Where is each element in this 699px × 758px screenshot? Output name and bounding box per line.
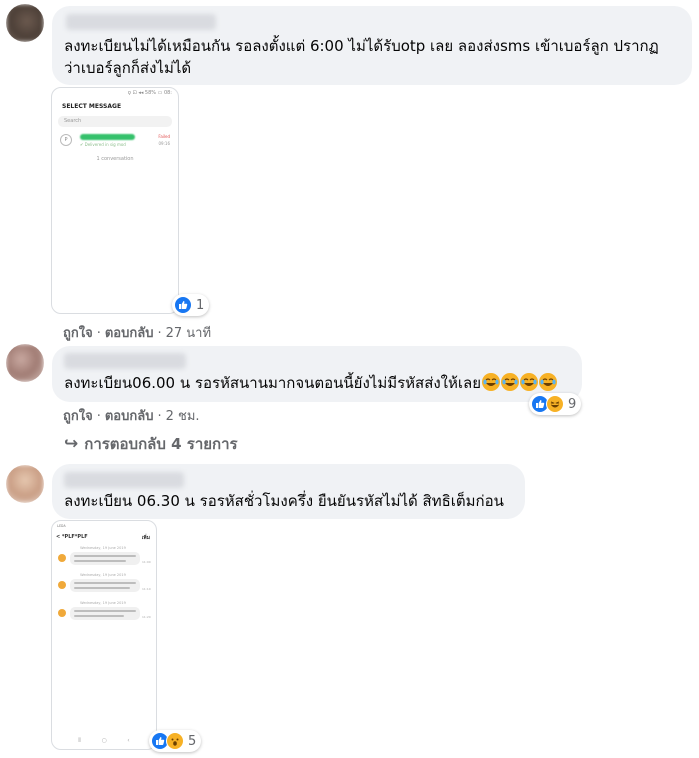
message-time: 09:16 bbox=[158, 141, 170, 146]
replies-label: การตอบกลับ 4 รายการ bbox=[84, 435, 238, 453]
sms-time: 11:00 bbox=[142, 560, 151, 564]
comment-actions: ถูกใจ · ตอบกลับ · 27 นาที bbox=[63, 326, 212, 341]
like-action[interactable]: ถูกใจ bbox=[63, 326, 93, 341]
commenter-name[interactable] bbox=[64, 472, 184, 488]
comment-actions: ถูกใจ · ตอบกลับ · 2 ชม. bbox=[63, 409, 200, 424]
haha-icon bbox=[546, 395, 564, 413]
comment-text-line-2: ว่าเบอร์ลูกก็ส่งไม่ได้ bbox=[64, 59, 192, 77]
commenter-avatar[interactable] bbox=[6, 344, 44, 382]
phone-status-bar: ǫ ⊡ ◂◂ 58% ▭ 08: bbox=[127, 90, 172, 96]
sms-sender: < *PLF*PLF bbox=[56, 534, 88, 540]
laughing-tears-emoji bbox=[501, 373, 520, 391]
back-icon: ‹ bbox=[127, 737, 130, 744]
comment-text-line-1: ลงทะเบียนไม่ได้เหมือนกัน รอลงตั้งแต่ 6:0… bbox=[64, 37, 659, 55]
message-status-line: ✔ Delivered in sig mod bbox=[80, 142, 126, 147]
laughing-tears-emoji bbox=[539, 373, 558, 391]
reaction-summary[interactable]: 5 bbox=[149, 730, 202, 752]
comment-body: ลงทะเบียน06.00 น รอรหัสนานมากจนตอนนี้ยัง… bbox=[64, 374, 482, 392]
failed-label: Failed bbox=[158, 134, 170, 139]
contact-avatar: P bbox=[60, 134, 72, 146]
comment-bubble: ลงทะเบียน 06.30 น รอรหัสชั่วโมงครึ่ง ยืน… bbox=[52, 464, 525, 519]
reaction-count: 5 bbox=[188, 733, 197, 749]
comment-bubble: ลงทะเบียน06.00 น รอรหัสนานมากจนตอนนี้ยัง… bbox=[52, 346, 582, 402]
sms-date: Wednesday, 19 June 2019 bbox=[80, 546, 126, 550]
sms-bubble bbox=[70, 607, 140, 620]
sms-bubble bbox=[70, 579, 140, 592]
like-action[interactable]: ถูกใจ bbox=[63, 409, 93, 424]
recent-apps-icon: ⦀ bbox=[78, 737, 81, 744]
comment-timestamp[interactable]: 2 ชม. bbox=[166, 409, 200, 424]
sender-avatar bbox=[58, 554, 66, 562]
sms-message: Wednesday, 19 June 2019 11:20 bbox=[56, 601, 151, 621]
comment-bubble: ลงทะเบียนไม่ได้เหมือนกัน รอลงตั้งแต่ 6:0… bbox=[52, 6, 692, 85]
conversation-count: 1 conversation bbox=[96, 156, 134, 162]
reply-action[interactable]: ตอบกลับ bbox=[105, 326, 154, 341]
sms-date: Wednesday, 19 June 2019 bbox=[80, 601, 126, 605]
wow-icon bbox=[166, 732, 184, 750]
sms-time: 11:20 bbox=[142, 615, 151, 619]
reaction-summary[interactable]: 9 bbox=[529, 393, 582, 415]
comment-timestamp[interactable]: 27 นาที bbox=[166, 326, 211, 341]
commenter-name[interactable] bbox=[66, 14, 216, 30]
laughing-tears-emoji bbox=[520, 373, 539, 391]
reaction-count: 9 bbox=[568, 396, 577, 412]
sender-avatar bbox=[58, 581, 66, 589]
laughing-tears-emoji bbox=[482, 373, 501, 391]
sender-avatar bbox=[58, 609, 66, 617]
comment-attachment-screenshot[interactable]: ǫ ⊡ ◂◂ 58% ▭ 08: SELECT MESSAGE Search P… bbox=[51, 87, 179, 314]
reply-action[interactable]: ตอบกลับ bbox=[105, 409, 154, 424]
message-row: P ✔ Delivered in sig mod Failed 09:16 bbox=[58, 131, 172, 149]
sms-message: Wednesday, 19 June 2019 11:10 bbox=[56, 573, 151, 593]
comment-attachment-screenshot[interactable]: ʟᴇᴅᴀ < *PLF*PLF เพิ่ม Wednesday, 19 June… bbox=[51, 520, 157, 750]
sms-time: 11:10 bbox=[142, 587, 151, 591]
sms-date: Wednesday, 19 June 2019 bbox=[80, 573, 126, 577]
commenter-name[interactable] bbox=[64, 353, 186, 369]
sms-message: Wednesday, 19 June 2019 11:00 bbox=[56, 546, 151, 566]
view-replies-link[interactable]: ↪ การตอบกลับ 4 รายการ bbox=[64, 432, 238, 456]
like-icon bbox=[174, 296, 192, 314]
comment-text: ลงทะเบียน06.00 น รอรหัสนานมากจนตอนนี้ยัง… bbox=[64, 372, 558, 394]
reaction-summary[interactable]: 1 bbox=[172, 294, 210, 316]
phone-status-bar: ʟᴇᴅᴀ bbox=[57, 523, 66, 528]
reply-arrow-icon: ↪ bbox=[64, 434, 79, 454]
phone-search-field: Search bbox=[58, 116, 172, 127]
phone-nav-bar: ⦀ ○ ‹ bbox=[52, 737, 156, 745]
redacted-contact-name bbox=[80, 134, 135, 140]
sms-header-action: เพิ่ม bbox=[141, 535, 150, 541]
commenter-avatar[interactable] bbox=[6, 4, 44, 42]
sms-thread-header: < *PLF*PLF เพิ่ม bbox=[56, 534, 150, 541]
commenter-avatar[interactable] bbox=[6, 465, 44, 503]
home-icon: ○ bbox=[101, 737, 107, 744]
reaction-count: 1 bbox=[196, 297, 205, 313]
comment-text: ลงทะเบียน 06.30 น รอรหัสชั่วโมงครึ่ง ยืน… bbox=[64, 492, 504, 510]
select-message-title: SELECT MESSAGE bbox=[62, 103, 122, 110]
sms-bubble bbox=[70, 552, 140, 565]
